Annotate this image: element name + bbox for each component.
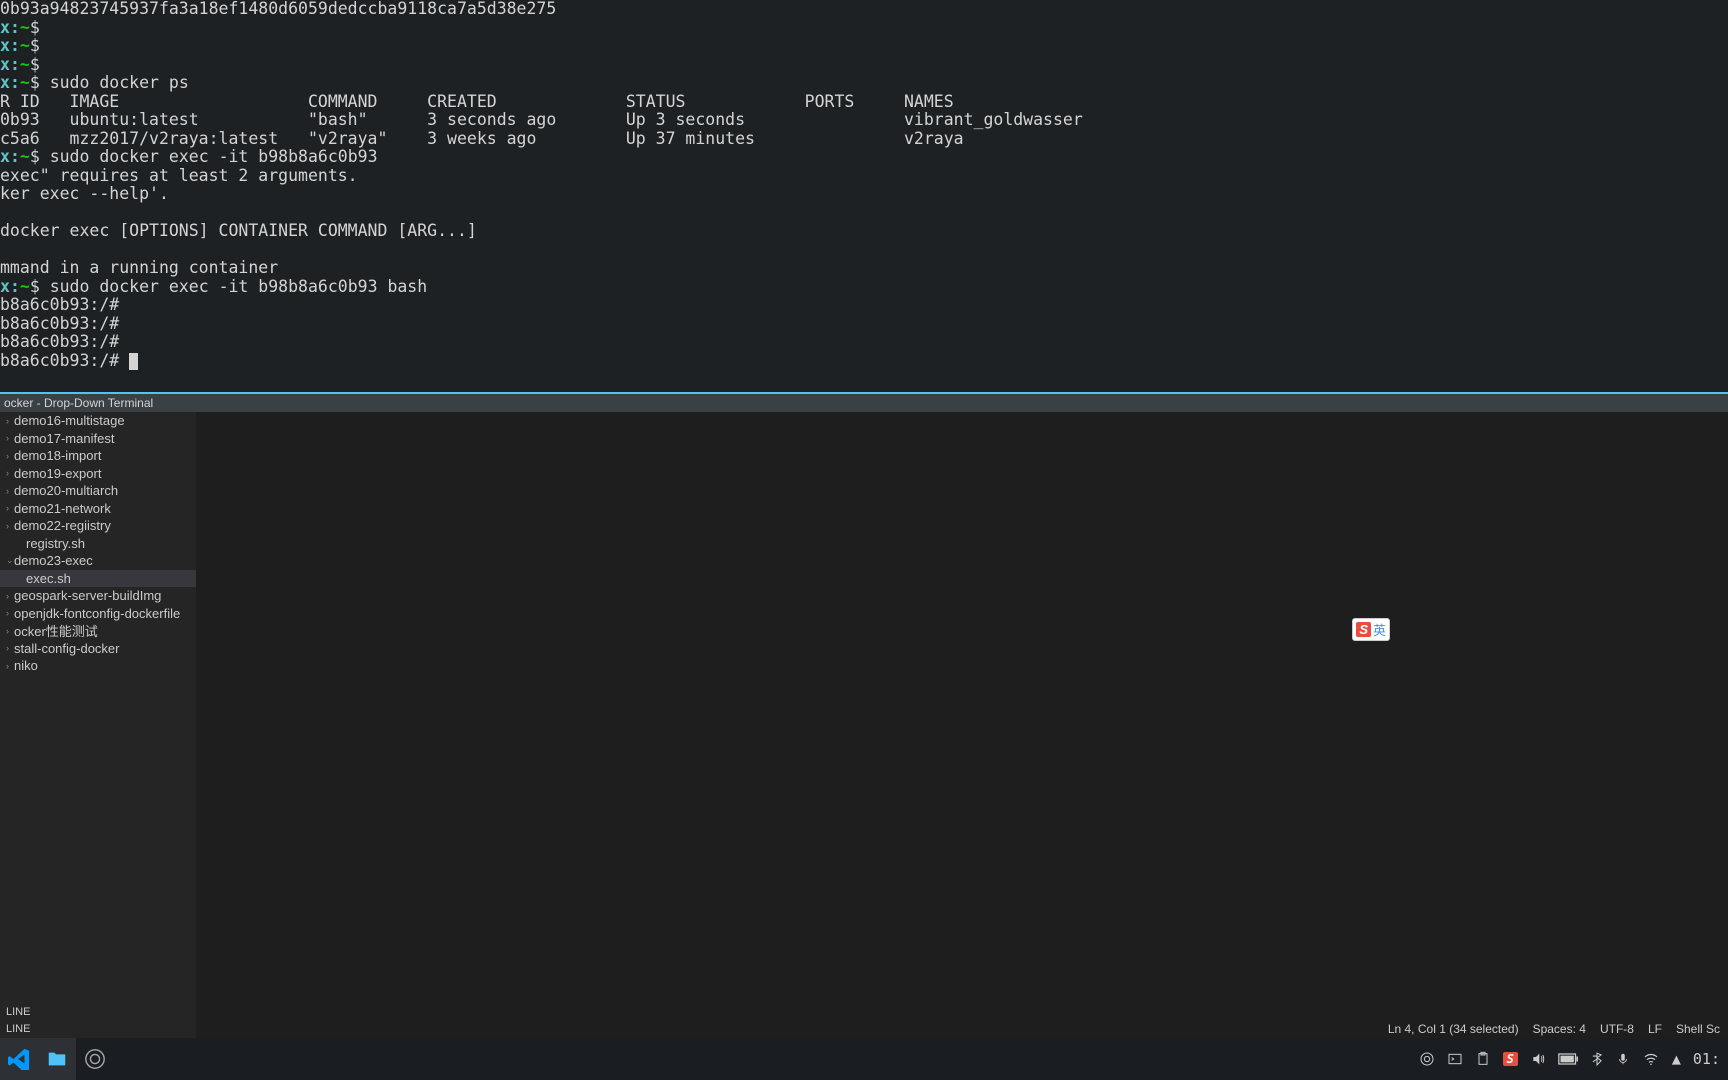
tree-item[interactable]: exec.sh <box>0 570 196 588</box>
tree-item-label: geospark-server-buildImg <box>14 588 161 603</box>
terminal-output[interactable]: 0b93a94823745937fa3a18ef1480d6059dedccba… <box>0 0 1728 375</box>
tree-arrow-icon: ⌄ <box>6 555 14 566</box>
tree-item-label: demo16-multistage <box>14 413 125 428</box>
sogou-icon: S <box>1356 622 1371 637</box>
tree-item-label: registry.sh <box>26 536 85 551</box>
tree-item-label: demo18-import <box>14 448 101 463</box>
tree-item[interactable]: ›stall-config-docker <box>0 640 196 658</box>
tree-arrow-icon: › <box>6 591 14 601</box>
terminal-tray-icon[interactable] <box>1447 1051 1463 1067</box>
tree-item[interactable]: ›niko <box>0 657 196 675</box>
tree-arrow-icon: › <box>6 643 14 653</box>
files-app[interactable] <box>38 1038 76 1080</box>
tree-item-label: demo17-manifest <box>14 431 114 446</box>
tree-item-label: demo23-exec <box>14 553 93 568</box>
tree-arrow-icon: › <box>6 521 14 531</box>
tree-item[interactable]: ⌄demo23-exec <box>0 552 196 570</box>
tree-item-label: demo22-regiistry <box>14 518 111 533</box>
tree-item-label: openjdk-fontconfig-dockerfile <box>14 606 180 621</box>
tree-item-label: stall-config-docker <box>14 641 120 656</box>
ps-row: c5a6 mzz2017/v2raya:latest "v2raya" 3 we… <box>0 129 964 148</box>
tree-item-label: demo19-export <box>14 466 101 481</box>
outline-panel[interactable]: LINE <box>0 1004 196 1021</box>
eol[interactable]: LF <box>1648 1022 1662 1036</box>
clock[interactable]: 01: <box>1693 1050 1720 1068</box>
chevron-up-icon[interactable]: ▲ <box>1672 1050 1681 1068</box>
ps-header: R ID IMAGE COMMAND CREATED STATUS PORTS … <box>0 92 954 111</box>
terminal-cursor <box>129 353 138 370</box>
terminal-titlebar[interactable]: ocker - Drop-Down Terminal <box>0 392 1728 412</box>
tree-item[interactable]: ›demo17-manifest <box>0 430 196 448</box>
editor-area: ›demo16-multistage›demo17-manifest›demo1… <box>0 412 1728 1038</box>
tree-item-label: niko <box>14 658 38 673</box>
system-tray: S ▲ 01: <box>1419 1050 1728 1068</box>
tree-item[interactable]: ›ocker性能测试 <box>0 622 196 640</box>
status-bar: Ln 4, Col 1 (34 selected) Spaces: 4 UTF-… <box>196 1020 1728 1038</box>
language-mode[interactable]: Shell Sc <box>1676 1022 1720 1036</box>
command-text: sudo docker ps <box>50 73 189 92</box>
terminal-title: ocker - Drop-Down Terminal <box>4 396 153 410</box>
tree-item[interactable]: ›demo16-multistage <box>0 412 196 430</box>
tree-item-label: demo20-multiarch <box>14 483 118 498</box>
microphone-icon[interactable] <box>1616 1051 1630 1067</box>
ime-lang: 英 <box>1373 620 1386 639</box>
vscode-app[interactable] <box>0 1038 38 1080</box>
editor-main[interactable] <box>196 412 1728 1038</box>
tree-item-label: ocker性能测试 <box>14 621 98 640</box>
tree-item[interactable]: ›demo18-import <box>0 447 196 465</box>
tree-arrow-icon: › <box>6 416 14 426</box>
tree-item[interactable]: registry.sh <box>0 535 196 553</box>
folder-icon <box>46 1048 68 1070</box>
wifi-icon[interactable] <box>1642 1051 1660 1067</box>
encoding[interactable]: UTF-8 <box>1600 1022 1634 1036</box>
hash-line: 0b93a94823745937fa3a18ef1480d6059dedccba… <box>0 0 556 18</box>
timeline-panel[interactable]: LINE <box>0 1021 196 1038</box>
obs-icon <box>84 1048 106 1070</box>
tree-item-label: exec.sh <box>26 571 71 586</box>
tree-item-label: demo21-network <box>14 501 111 516</box>
prompt-host: x <box>0 18 10 37</box>
clipboard-tray-icon[interactable] <box>1475 1051 1491 1067</box>
bottom-panels: LINE LINE <box>0 1004 196 1038</box>
obs-tray-icon[interactable] <box>1419 1051 1435 1067</box>
file-tree[interactable]: ›demo16-multistage›demo17-manifest›demo1… <box>0 412 196 1038</box>
tree-arrow-icon: › <box>6 451 14 461</box>
ps-row: 0b93 ubuntu:latest "bash" 3 seconds ago … <box>0 110 1083 129</box>
tree-item[interactable]: ›demo20-multiarch <box>0 482 196 500</box>
taskbar: S ▲ 01: <box>0 1038 1728 1080</box>
tree-item[interactable]: ›demo19-export <box>0 465 196 483</box>
tree-item[interactable]: ›demo21-network <box>0 500 196 518</box>
tree-arrow-icon: › <box>6 433 14 443</box>
tree-arrow-icon: › <box>6 608 14 618</box>
cursor-position[interactable]: Ln 4, Col 1 (34 selected) <box>1388 1022 1519 1036</box>
tree-arrow-icon: › <box>6 503 14 513</box>
taskbar-apps <box>0 1038 114 1080</box>
tree-arrow-icon: › <box>6 468 14 478</box>
volume-icon[interactable] <box>1530 1051 1546 1067</box>
obs-app[interactable] <box>76 1038 114 1080</box>
battery-icon[interactable] <box>1558 1053 1578 1065</box>
tree-item[interactable]: ›geospark-server-buildImg <box>0 587 196 605</box>
indent-setting[interactable]: Spaces: 4 <box>1533 1022 1586 1036</box>
vscode-icon <box>8 1048 30 1070</box>
tree-item[interactable]: ›openjdk-fontconfig-dockerfile <box>0 605 196 623</box>
tree-arrow-icon: › <box>6 626 14 636</box>
tree-item[interactable]: ›demo22-regiistry <box>0 517 196 535</box>
container-prompt: b8a6c0b93:/# <box>0 295 119 314</box>
tree-arrow-icon: › <box>6 661 14 671</box>
ime-indicator[interactable]: S 英 <box>1352 618 1390 641</box>
tree-arrow-icon: › <box>6 486 14 496</box>
pane-divider <box>0 375 1728 392</box>
bluetooth-icon[interactable] <box>1590 1051 1604 1067</box>
sogou-tray-icon[interactable]: S <box>1503 1052 1518 1066</box>
